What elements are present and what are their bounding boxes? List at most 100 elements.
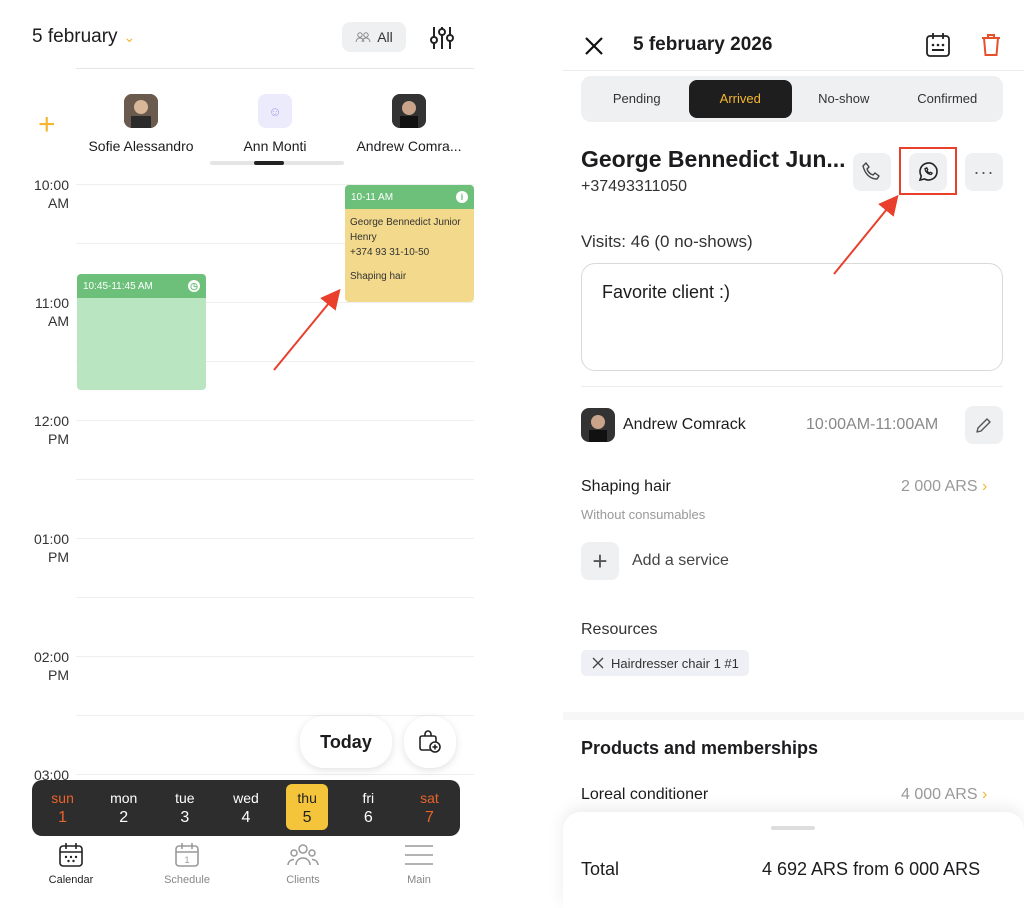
avatar	[392, 94, 426, 128]
page-title: 5 february 2026	[633, 34, 773, 55]
status-arrived[interactable]: Arrived	[688, 80, 792, 118]
staff-column-ann[interactable]: ☺ Ann Monti	[210, 94, 340, 154]
appointment-service: Shaping hair	[350, 271, 407, 282]
product-name[interactable]: Loreal conditioner	[581, 786, 708, 804]
info-icon: i	[456, 191, 468, 203]
calendar-edit-icon[interactable]	[925, 32, 951, 58]
pencil-icon	[976, 418, 991, 433]
tab-calendar[interactable]: Calendar	[36, 840, 106, 886]
more-dots-icon: ···	[973, 161, 995, 182]
clock-icon: ◷	[188, 280, 200, 292]
product-price-row[interactable]: 4 000 ARS ›	[901, 786, 987, 804]
day-wed[interactable]: wed 4	[215, 780, 276, 836]
chevron-right-icon: ›	[981, 786, 988, 803]
day-sun[interactable]: sun 1	[32, 780, 93, 836]
calendar-icon	[59, 843, 83, 867]
date-selector[interactable]: 5 february ⌄	[32, 26, 135, 48]
staff-column-sofie[interactable]: Sofie Alessandro	[76, 94, 206, 154]
staff-name: Sofie Alessandro	[88, 138, 194, 154]
grid-line	[76, 715, 474, 716]
appointment-card[interactable]: 10-11 AM i George Bennedict Junior Henry…	[345, 185, 474, 302]
time-label: 02:00 PM	[33, 649, 69, 683]
appointment-card[interactable]: 10:45-11:45 AM ◷	[77, 274, 206, 390]
product-price: 4 000 ARS	[901, 786, 978, 803]
status-pending[interactable]: Pending	[585, 80, 689, 118]
section-divider	[563, 712, 1024, 720]
whatsapp-button[interactable]	[909, 153, 947, 191]
appointment-time-range: 10:00AM-11:00AM	[806, 416, 939, 433]
menu-icon	[405, 845, 433, 865]
client-note-text: Favorite client :)	[602, 282, 731, 302]
grid-line	[76, 479, 474, 480]
grid-line	[76, 774, 474, 775]
tab-label: Clients	[286, 874, 320, 886]
status-confirmed[interactable]: Confirmed	[896, 80, 1000, 118]
day-thu-selected[interactable]: thu 5	[277, 780, 338, 836]
scroll-thumb[interactable]	[254, 161, 284, 165]
chevron-down-icon: ⌄	[123, 29, 136, 45]
client-note[interactable]: Favorite client :)	[581, 263, 1003, 371]
more-button[interactable]: ···	[965, 153, 1003, 191]
plus-icon: +	[592, 545, 608, 576]
time-label: 11:00 AM	[35, 295, 69, 329]
status-no-show[interactable]: No-show	[792, 80, 896, 118]
appointment-phone: +374 93 31-10-50	[350, 247, 430, 258]
all-label: All	[377, 29, 393, 45]
tab-schedule[interactable]: 1 Schedule	[152, 840, 222, 886]
tab-label: Schedule	[164, 874, 210, 886]
divider	[581, 386, 1003, 387]
edit-staff-button[interactable]	[965, 406, 1003, 444]
day-fri[interactable]: fri 6	[338, 780, 399, 836]
time-label: 01:00 PM	[33, 531, 69, 565]
add-service-button[interactable]: +	[581, 542, 619, 580]
tab-label: Main	[407, 874, 431, 886]
appointment-client: George Bennedict Junior Henry	[350, 217, 461, 243]
time-label: 10:00 AM	[33, 177, 69, 211]
call-button[interactable]	[853, 153, 891, 191]
staff-column-andrew[interactable]: Andrew Comra...	[344, 94, 474, 154]
filter-sliders-icon[interactable]	[428, 24, 456, 52]
service-price-row[interactable]: 2 000 ARS ›	[901, 478, 987, 496]
tab-clients[interactable]: Clients	[268, 840, 338, 886]
tools-icon	[592, 657, 604, 669]
total-label: Total	[581, 859, 620, 879]
new-booking-button[interactable]	[404, 716, 456, 768]
day-tue[interactable]: tue 3	[154, 780, 215, 836]
client-name[interactable]: George Bennedict Jun...	[581, 146, 846, 173]
close-icon[interactable]	[583, 35, 605, 57]
add-appointment-icon[interactable]: +	[38, 108, 56, 142]
tab-main[interactable]: Main	[384, 840, 454, 886]
resource-label: Hairdresser chair 1 #1	[611, 655, 739, 671]
service-subtitle: Without consumables	[581, 507, 706, 522]
appointment-detail-screen: 5 february 2026 Pending Arrived No-show …	[563, 0, 1024, 908]
date-label: 5 february	[32, 26, 118, 47]
client-visits: Visits: 46 (0 no-shows)	[581, 232, 753, 251]
appointment-time: 10-11 AM	[351, 191, 394, 203]
staff-avatar	[581, 408, 615, 442]
grid-line	[76, 420, 474, 421]
bag-plus-icon	[419, 730, 441, 753]
time-label: 12:00 PM	[33, 413, 69, 447]
staff-name: Andrew Comrack	[623, 416, 746, 433]
calendar-screen: 5 february ⌄ All + Sofie Alessandro ☺ Ann…	[0, 0, 490, 908]
sheet-handle[interactable]	[771, 826, 815, 830]
schedule-icon: 1	[175, 843, 199, 867]
all-staff-filter[interactable]: All	[342, 22, 406, 52]
staff-name: Andrew Comra...	[356, 138, 462, 154]
status-segmented-control: Pending Arrived No-show Confirmed	[581, 76, 1003, 122]
group-icon	[355, 32, 371, 43]
day-mon[interactable]: mon 2	[93, 780, 154, 836]
client-phone[interactable]: +37493311050	[581, 178, 687, 196]
svg-text:1: 1	[184, 855, 189, 865]
chevron-right-icon: ›	[981, 478, 988, 495]
divider	[76, 68, 474, 69]
today-button[interactable]: Today	[300, 716, 392, 768]
day-sat[interactable]: sat 7	[399, 780, 460, 836]
resource-chip[interactable]: Hairdresser chair 1 #1	[581, 650, 749, 676]
add-service-label[interactable]: Add a service	[632, 552, 729, 570]
appointment-header: 10-11 AM i	[345, 185, 474, 209]
clients-icon	[287, 844, 319, 866]
appointment-time: 10:45-11:45 AM	[83, 280, 153, 292]
service-name[interactable]: Shaping hair	[581, 478, 671, 496]
trash-icon[interactable]	[981, 33, 1001, 57]
